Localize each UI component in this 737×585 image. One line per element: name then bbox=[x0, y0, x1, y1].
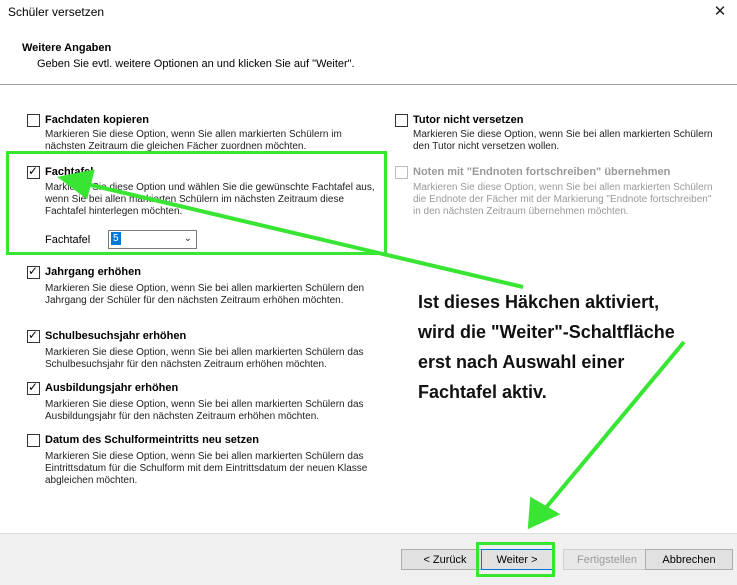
window-title: Schüler versetzen bbox=[8, 5, 105, 19]
title-bar bbox=[0, 0, 737, 28]
annotation-line: Ist dieses Häkchen aktiviert, bbox=[418, 292, 660, 312]
option-label-schulformeintritt-neu-setzen[interactable]: Datum des Schulformeintritts neu setzen bbox=[45, 434, 259, 446]
checkbox-schulbesuchsjahr-erhoehen[interactable] bbox=[27, 328, 40, 343]
checkbox-tutor-nicht-versetzen[interactable] bbox=[395, 114, 408, 127]
option-label-noten-endnoten[interactable]: Noten mit "Endnoten fortschreiben" übern… bbox=[413, 166, 670, 178]
close-icon[interactable]: ✕ bbox=[710, 2, 730, 22]
page-title: Weitere Angaben bbox=[22, 42, 112, 54]
annotation-line: Fachtafel aktiv. bbox=[418, 382, 547, 402]
wizard-header bbox=[0, 28, 737, 85]
option-label-jahrgang-erhoehen[interactable]: Jahrgang erhöhen bbox=[45, 266, 141, 278]
option-desc-jahrgang-erhoehen: Markieren Sie diese Option, wenn Sie bei… bbox=[45, 283, 365, 306]
checkbox-ausbildungsjahr-erhoehen[interactable] bbox=[27, 380, 40, 395]
option-desc-ausbildungsjahr-erhoehen: Markieren Sie diese Option, wenn Sie bei… bbox=[45, 399, 364, 422]
checkbox-schulformeintritt-neu-setzen[interactable] bbox=[27, 434, 40, 447]
highlight-next-button-box bbox=[476, 542, 555, 577]
option-label-ausbildungsjahr-erhoehen[interactable]: Ausbildungsjahr erhöhen bbox=[45, 382, 178, 394]
cancel-button[interactable]: Abbrechen bbox=[645, 549, 733, 570]
annotation-line: wird die "Weiter"-Schaltfläche bbox=[418, 322, 675, 342]
option-desc-schulformeintritt-neu-setzen: Markieren Sie diese Option, wenn Sie bei… bbox=[45, 451, 368, 486]
option-label-tutor-nicht-versetzen[interactable]: Tutor nicht versetzen bbox=[413, 114, 523, 126]
page-subtitle: Geben Sie evtl. weitere Optionen an und … bbox=[37, 58, 355, 70]
highlight-fachtafel-box bbox=[6, 151, 387, 255]
option-desc-schulbesuchsjahr-erhoehen: Markieren Sie diese Option, wenn Sie bei… bbox=[45, 347, 364, 370]
checkbox-jahrgang-erhoehen[interactable] bbox=[27, 264, 40, 279]
checkbox-noten-endnoten[interactable] bbox=[395, 166, 408, 179]
option-desc-tutor-nicht-versetzen: Markieren Sie diese Option, wenn Sie bei… bbox=[413, 129, 713, 152]
option-desc-fachdaten-kopieren: Markieren Sie diese Option, wenn Sie all… bbox=[45, 129, 342, 152]
option-label-fachdaten-kopieren[interactable]: Fachdaten kopieren bbox=[45, 114, 149, 126]
annotation-callout: Ist dieses Häkchen aktiviert, wird die "… bbox=[418, 287, 728, 407]
option-label-schulbesuchsjahr-erhoehen[interactable]: Schulbesuchsjahr erhöhen bbox=[45, 330, 186, 342]
option-desc-noten-endnoten: Markieren Sie diese Option, wenn Sie bei… bbox=[413, 182, 713, 217]
finish-button[interactable]: Fertigstellen bbox=[563, 549, 651, 570]
annotation-line: erst nach Auswahl einer bbox=[418, 352, 625, 372]
checkbox-fachdaten-kopieren[interactable] bbox=[27, 114, 40, 127]
